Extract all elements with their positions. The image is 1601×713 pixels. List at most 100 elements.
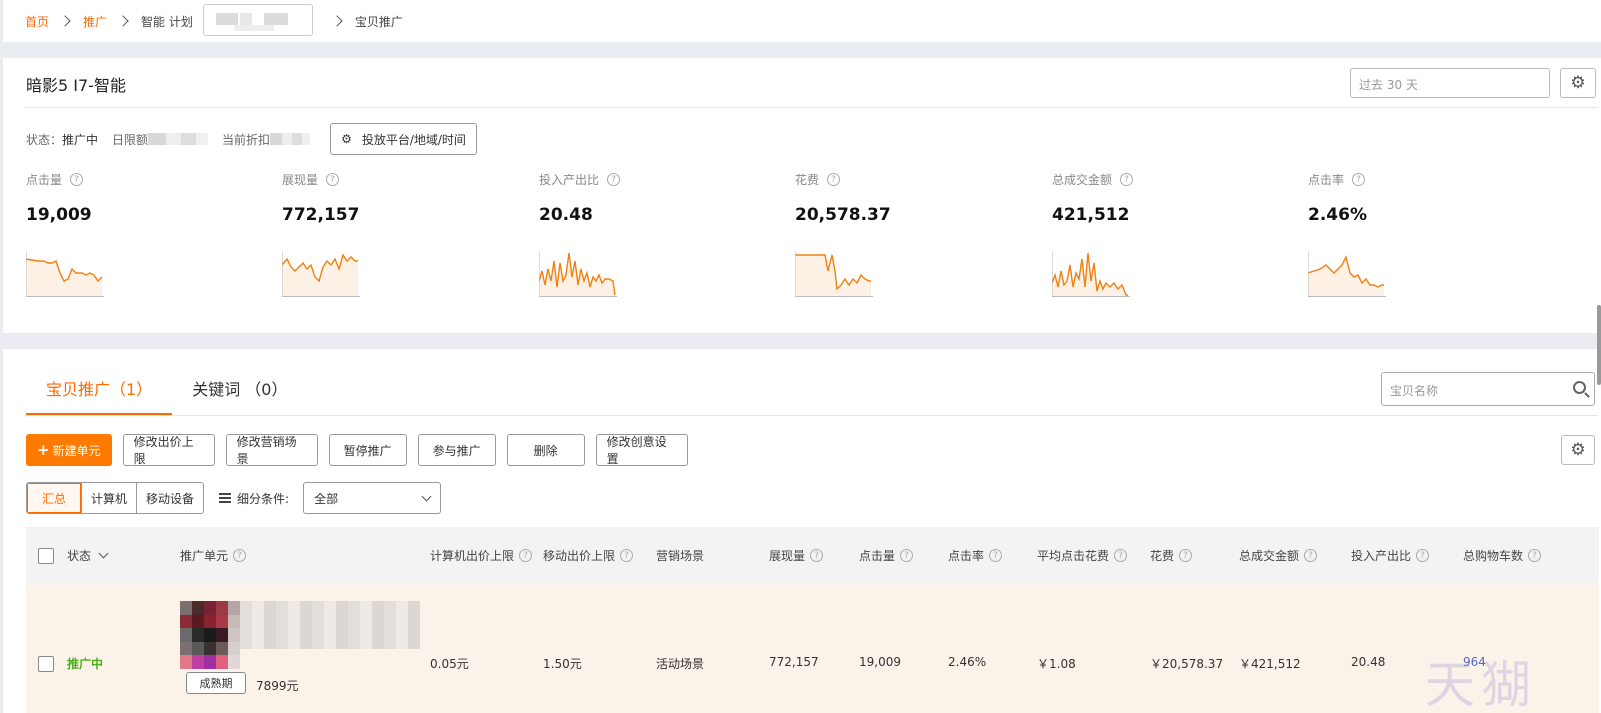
detail-filter-select[interactable]: 全部: [303, 482, 442, 514]
breadcrumb-promo[interactable]: 推广: [83, 13, 107, 30]
kpi-sparkline: [539, 251, 617, 297]
discount-label: 当前折扣: [222, 132, 271, 147]
breadcrumb-home[interactable]: 首页: [25, 13, 49, 30]
kpi-card[interactable]: 展现量? 772,157: [282, 171, 522, 297]
new-unit-label: 新建单元: [52, 443, 101, 458]
header-status[interactable]: 状态: [67, 547, 109, 564]
header-impressions[interactable]: 展现量?: [769, 547, 824, 564]
kpi-label: 点击量?: [26, 171, 266, 188]
product-thumbnail[interactable]: [180, 601, 240, 669]
edit-scene-button[interactable]: 修改营销场景: [225, 434, 318, 466]
join-button[interactable]: 参与推广: [417, 434, 496, 466]
help-icon[interactable]: ?: [810, 549, 824, 562]
scrollbar[interactable]: [1597, 305, 1601, 385]
redacted-daily-limit: [148, 133, 209, 145]
date-range-picker[interactable]: 过去 30 天: [1350, 68, 1550, 98]
kpi-value: 772,157: [282, 205, 360, 225]
row-gmv: ￥421,512: [1239, 657, 1301, 671]
row-pc-bid[interactable]: 0.05元: [430, 655, 469, 672]
device-segment-control: 汇总 计算机 移动设备: [26, 482, 205, 514]
kpi-card[interactable]: 点击量? 19,009: [26, 171, 266, 297]
chevron-down-icon: [98, 548, 109, 559]
help-icon[interactable]: ?: [326, 173, 340, 186]
gear-icon: ⚙: [341, 132, 352, 146]
kpi-sparkline: [282, 251, 360, 297]
segment-summary[interactable]: 汇总: [27, 483, 82, 513]
row-checkbox[interactable]: [38, 656, 54, 672]
header-scene: 营销场景: [656, 549, 705, 563]
kpi-label: 投入产出比?: [539, 171, 779, 188]
summary-settings-button[interactable]: ⚙: [1560, 68, 1596, 98]
header-cart[interactable]: 总购物车数?: [1463, 547, 1542, 564]
kpi-card[interactable]: 总成交金额? 421,512: [1052, 171, 1292, 297]
breadcrumb-panel: 首页 推广 智能 计划 宝贝推广: [3, 0, 1601, 42]
row-status[interactable]: 推广中: [67, 655, 103, 672]
row-cpc: ￥1.08: [1037, 657, 1076, 671]
help-icon[interactable]: ?: [70, 173, 84, 186]
kpi-value: 421,512: [1052, 205, 1130, 225]
select-all-checkbox[interactable]: [38, 548, 54, 564]
row-mobile-bid[interactable]: 1.50元: [543, 655, 582, 672]
help-icon[interactable]: ?: [1528, 549, 1542, 562]
row-roi: 20.48: [1351, 655, 1386, 669]
chevron-right-icon: [331, 15, 343, 27]
product-price: 7899元: [256, 679, 299, 693]
help-icon[interactable]: ?: [989, 549, 1003, 562]
new-unit-button[interactable]: + 新建单元: [26, 434, 112, 466]
divider: [25, 107, 1598, 108]
help-icon[interactable]: ?: [1120, 173, 1134, 186]
tab-keywords[interactable]: 关键词 （0）: [172, 371, 307, 415]
help-icon[interactable]: ?: [620, 549, 634, 562]
kpi-card[interactable]: 点击率? 2.46%: [1308, 171, 1548, 297]
help-icon[interactable]: ?: [519, 549, 533, 562]
tab-bar: 宝贝推广（1） 关键词 （0）: [26, 371, 307, 415]
breadcrumb-plan[interactable]: 智能 计划: [141, 13, 193, 30]
help-icon[interactable]: ?: [1114, 549, 1128, 562]
daily-limit-label: 日限额: [112, 132, 149, 147]
header-clicks[interactable]: 点击量?: [859, 547, 914, 564]
kpi-value: 20,578.37: [795, 205, 891, 225]
kpi-label: 花费?: [795, 171, 1035, 188]
platform-button-label: 投放平台/地域/时间: [361, 132, 466, 147]
chevron-right-icon: [117, 15, 129, 27]
help-icon[interactable]: ?: [233, 549, 247, 562]
header-ctr[interactable]: 点击率?: [948, 547, 1003, 564]
select-value: 全部: [314, 491, 339, 506]
search-icon[interactable]: [1573, 381, 1586, 394]
delete-button[interactable]: 删除: [506, 434, 585, 466]
header-cpc[interactable]: 平均点击花费?: [1037, 547, 1128, 564]
table-header: 状态 推广单元? 计算机出价上限? 移动出价上限? 营销场景 展现量? 点击量?…: [26, 527, 1599, 583]
help-icon[interactable]: ?: [1416, 549, 1430, 562]
help-icon[interactable]: ?: [827, 173, 841, 186]
table-row: 推广中 成熟期 7899元 0.05元 1.50元 活动场景 772,157 1…: [26, 583, 1599, 713]
header-roi[interactable]: 投入产出比?: [1351, 547, 1430, 564]
action-toolbar: + 新建单元 修改出价上限 修改营销场景 暂停推广 参与推广 删除 修改创意设置: [26, 434, 688, 466]
edit-creative-button[interactable]: 修改创意设置: [595, 434, 688, 466]
row-ctr: 2.46%: [948, 655, 987, 669]
plan-status-row: 状态： 推广中 日限额 当前折扣 ⚙ 投放平台/地域/时间: [26, 123, 477, 155]
kpi-sparkline: [1052, 251, 1130, 297]
help-icon[interactable]: ?: [1179, 549, 1193, 562]
edit-bid-cap-button[interactable]: 修改出价上限: [122, 434, 215, 466]
kpi-value: 2.46%: [1308, 205, 1367, 225]
header-cost[interactable]: 花费?: [1150, 547, 1193, 564]
kpi-card[interactable]: 花费? 20,578.37: [795, 171, 1035, 297]
kpi-card[interactable]: 投入产出比? 20.48: [539, 171, 779, 297]
help-icon[interactable]: ?: [607, 173, 621, 186]
list-icon: [219, 493, 232, 503]
kpi-label: 展现量?: [282, 171, 522, 188]
item-name-search-input[interactable]: 宝贝名称: [1381, 372, 1595, 406]
segment-computer[interactable]: 计算机: [81, 483, 137, 513]
header-gmv[interactable]: 总成交金额?: [1239, 547, 1318, 564]
help-icon[interactable]: ?: [900, 549, 914, 562]
table-settings-button[interactable]: ⚙: [1561, 435, 1595, 465]
tab-item-promotion[interactable]: 宝贝推广（1）: [26, 371, 173, 415]
segment-mobile[interactable]: 移动设备: [136, 483, 204, 513]
help-icon[interactable]: ?: [1304, 549, 1318, 562]
kpi-value: 20.48: [539, 205, 593, 225]
help-icon[interactable]: ?: [1352, 173, 1366, 186]
platform-region-time-button[interactable]: ⚙ 投放平台/地域/时间: [330, 123, 477, 155]
redacted-product-title[interactable]: [240, 601, 420, 649]
pause-button[interactable]: 暂停推广: [328, 434, 407, 466]
filter-row: 汇总 计算机 移动设备 细分条件: 全部: [26, 482, 442, 514]
